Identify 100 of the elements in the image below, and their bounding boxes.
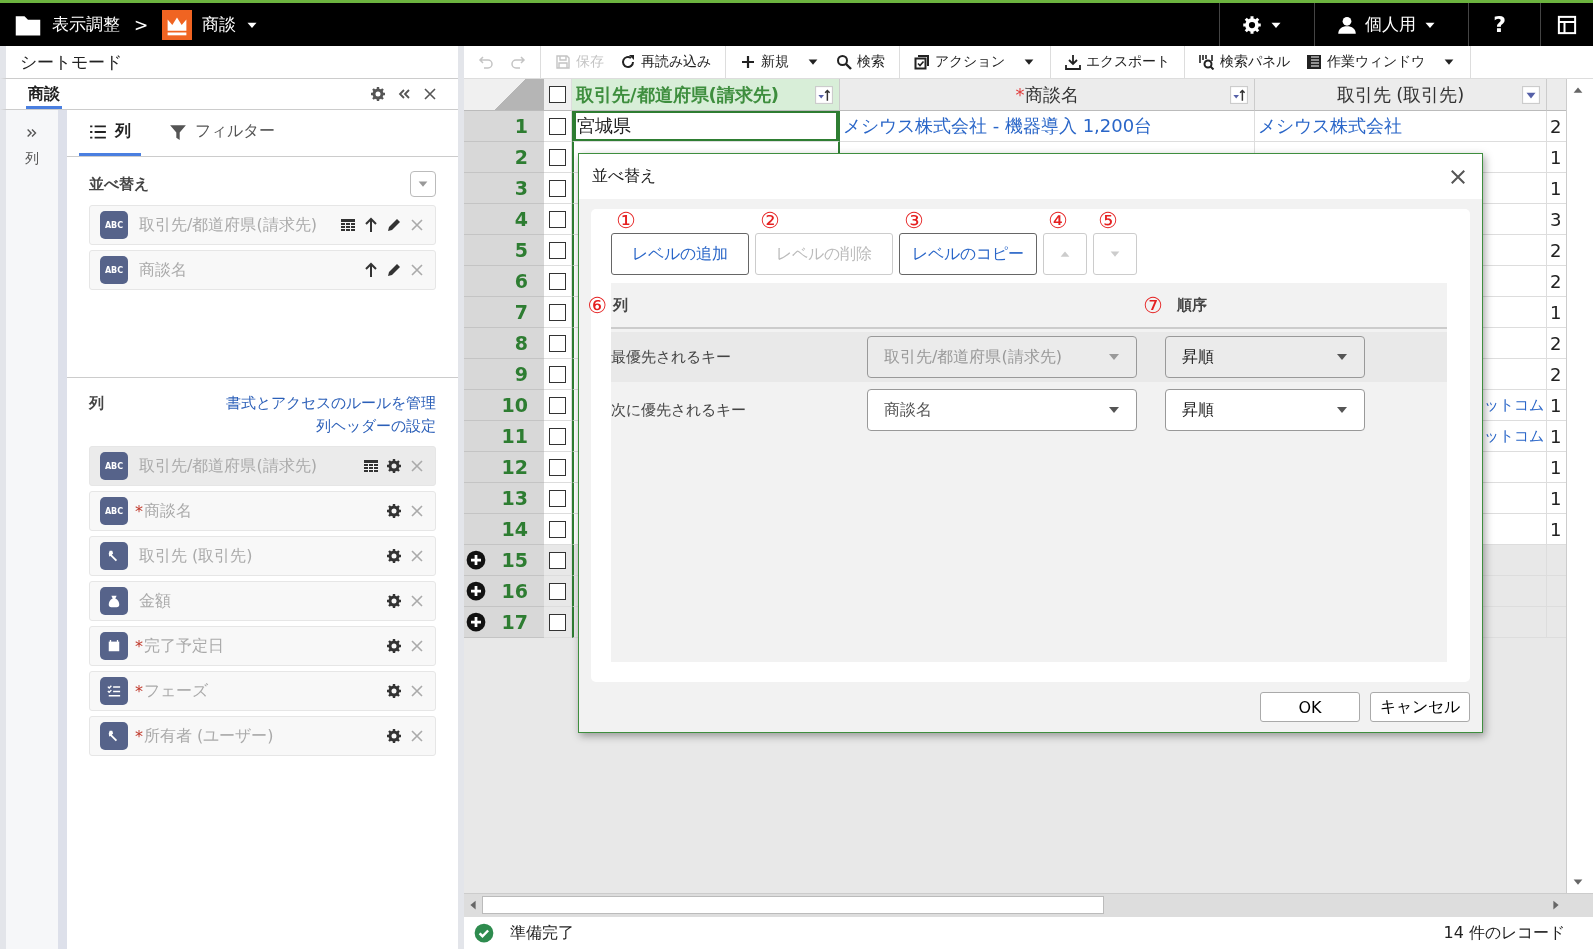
row-header[interactable]: 9 xyxy=(464,359,544,390)
toolbar-button[interactable]: アクション xyxy=(908,48,1042,76)
breadcrumb-item[interactable]: 商談 xyxy=(202,13,237,36)
settings-icon[interactable] xyxy=(386,593,402,609)
link[interactable]: 列ヘッダーの設定 xyxy=(316,417,436,436)
checkbox[interactable] xyxy=(549,148,566,166)
checkbox[interactable] xyxy=(549,551,566,569)
checkbox[interactable] xyxy=(549,613,566,631)
add-row-icon[interactable] xyxy=(466,612,486,632)
toolbar-button[interactable]: 検索パネル xyxy=(1193,48,1296,76)
filter-dropdown-icon[interactable] xyxy=(1522,86,1540,104)
expand-icon[interactable] xyxy=(25,126,39,140)
checkbox[interactable] xyxy=(549,458,566,476)
toolbar-button[interactable]: 検索 xyxy=(830,48,891,76)
settings-icon[interactable] xyxy=(386,503,402,519)
settings-icon[interactable] xyxy=(386,728,402,744)
checkbox[interactable] xyxy=(549,303,566,321)
close-icon[interactable] xyxy=(422,86,438,102)
order-dropdown[interactable]: 昇順 xyxy=(1165,336,1365,378)
column-item[interactable]: ABC *商談名 xyxy=(89,491,436,531)
checkbox[interactable] xyxy=(549,396,566,414)
cell-link[interactable]: ットコム xyxy=(1484,395,1544,415)
sort-item[interactable]: ABC 商談名 xyxy=(89,250,436,290)
row-header[interactable]: 10 xyxy=(464,390,544,421)
checkbox[interactable] xyxy=(549,179,566,197)
settings-icon[interactable] xyxy=(386,638,402,654)
scroll-thumb[interactable] xyxy=(482,896,1104,914)
settings-icon[interactable] xyxy=(386,683,402,699)
row-header[interactable]: 8 xyxy=(464,328,544,359)
row-header[interactable]: 17 xyxy=(464,607,544,638)
row-header[interactable]: 3 xyxy=(464,173,544,204)
sort-item[interactable]: ABC 取引先/都道府県(請求先) xyxy=(89,205,436,245)
column-header[interactable]: 取引先/都道府県(請求先) xyxy=(572,79,840,111)
cell-link[interactable]: メシウス株式会社 - 機器導入 1,200台 xyxy=(843,114,1153,138)
checkbox[interactable] xyxy=(549,86,566,103)
column-dropdown[interactable]: 商談名 xyxy=(867,389,1137,431)
checkbox[interactable] xyxy=(549,520,566,538)
row-header[interactable]: 6 xyxy=(464,266,544,297)
cell-text: 1 xyxy=(1550,146,1562,168)
panel-tab[interactable]: 列 xyxy=(79,110,141,156)
sort-icon[interactable] xyxy=(1230,86,1248,104)
settings-icon[interactable] xyxy=(386,548,402,564)
column-item[interactable]: *完了予定日 xyxy=(89,626,436,666)
pencil-icon[interactable] xyxy=(386,262,402,278)
settings-icon[interactable] xyxy=(370,86,386,102)
column-item[interactable]: *所有者 (ユーザー) xyxy=(89,716,436,756)
column-header[interactable]: *商談名 xyxy=(840,79,1255,111)
row-header[interactable]: 1 xyxy=(464,111,544,142)
row-header[interactable]: 2 xyxy=(464,142,544,173)
row-header[interactable]: 11 xyxy=(464,421,544,452)
checkbox[interactable] xyxy=(549,582,566,600)
row-header[interactable]: 13 xyxy=(464,483,544,514)
rail-label[interactable]: 列 xyxy=(25,150,39,168)
sort-level-row[interactable]: 最優先されるキー 取引先/都道府県(請求先) 昇順 xyxy=(611,332,1447,382)
horizontal-scrollbar[interactable] xyxy=(464,893,1593,916)
toolbar-button[interactable]: 再読み込み xyxy=(614,48,717,76)
checkbox[interactable] xyxy=(549,210,566,228)
sort-icon[interactable] xyxy=(815,86,833,104)
toolbar-button[interactable]: 作業ウィンドウ xyxy=(1300,48,1462,76)
link[interactable]: 書式とアクセスのルールを管理 xyxy=(226,394,436,413)
toolbar-button[interactable]: 新規 xyxy=(734,48,826,76)
up-arrow-icon[interactable] xyxy=(363,262,379,278)
cancel-button[interactable]: キャンセル xyxy=(1370,692,1470,722)
column-item[interactable]: ABC 取引先/都道府県(請求先) xyxy=(89,446,436,486)
panel-tab[interactable]: フィルター xyxy=(159,110,285,156)
checkbox[interactable] xyxy=(549,272,566,290)
row-header[interactable]: 4 xyxy=(464,204,544,235)
row-header[interactable]: 12 xyxy=(464,452,544,483)
level-button[interactable]: レベルのコピー xyxy=(899,233,1037,275)
checkbox[interactable] xyxy=(549,489,566,507)
required-mark: * xyxy=(135,636,143,656)
corner-cell[interactable] xyxy=(464,79,544,111)
sort-level-row[interactable]: 次に優先されるキー 商談名 昇順 xyxy=(611,385,1447,435)
row-header[interactable]: 5 xyxy=(464,235,544,266)
cell-link[interactable]: ットコム xyxy=(1484,426,1544,446)
checkbox[interactable] xyxy=(549,427,566,445)
item-label: 商談名 xyxy=(144,500,193,522)
add-row-icon[interactable] xyxy=(466,581,486,601)
up-arrow-icon[interactable] xyxy=(363,217,379,233)
level-button[interactable]: レベルの追加 xyxy=(611,233,749,275)
row-header[interactable]: 7 xyxy=(464,297,544,328)
breadcrumb-item[interactable]: 表示調整 xyxy=(52,13,120,36)
column-header[interactable]: 取引先 (取引先) xyxy=(1255,79,1547,111)
row-header[interactable]: 14 xyxy=(464,514,544,545)
checkbox[interactable] xyxy=(549,117,566,135)
row-header[interactable]: 16 xyxy=(464,576,544,607)
order-dropdown[interactable]: 昇順 xyxy=(1165,389,1365,431)
pencil-icon[interactable] xyxy=(386,217,402,233)
checkbox[interactable] xyxy=(549,334,566,352)
annotation-number: ⑤ xyxy=(1097,209,1119,233)
ok-button[interactable]: OK xyxy=(1260,692,1360,722)
column-item[interactable]: *フェーズ xyxy=(89,671,436,711)
row-header[interactable]: 15 xyxy=(464,545,544,576)
checkbox[interactable] xyxy=(549,365,566,383)
checkbox[interactable] xyxy=(549,241,566,259)
settings-icon[interactable] xyxy=(386,458,402,474)
cell-text: 1 xyxy=(1550,177,1562,199)
cell-link[interactable]: メシウス株式会社 xyxy=(1258,114,1402,138)
toolbar-button[interactable]: エクスポート xyxy=(1059,48,1176,76)
add-row-icon[interactable] xyxy=(466,550,486,570)
